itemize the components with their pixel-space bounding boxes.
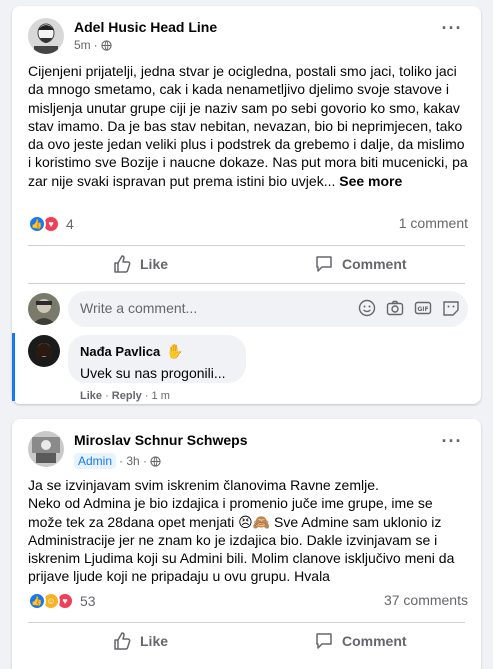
reaction-count: 53 — [80, 593, 96, 609]
author-name[interactable]: Miroslav Schnur Schweps — [74, 432, 248, 448]
comment-actions: Like · Reply · 1 m — [80, 390, 170, 402]
post-header: Adel Husic Head Line 5m · ··· — [28, 18, 468, 58]
comment-input[interactable]: Write a comment... GIF — [68, 291, 468, 327]
author-name[interactable]: Adel Husic Head Line — [74, 19, 217, 35]
post-body: Ja se izvinjavam svim iskrenim članovima… — [28, 477, 455, 585]
post-stats: 👍 ♥ 4 1 comment — [28, 215, 468, 235]
like-reaction-icon: 👍 — [28, 592, 46, 610]
more-icon[interactable]: ··· — [438, 432, 466, 457]
comment-tools: GIF — [358, 299, 460, 317]
gif-icon[interactable]: GIF — [414, 299, 432, 317]
post-time[interactable]: 5m — [74, 38, 91, 52]
comment-button[interactable]: Comment — [314, 625, 407, 657]
comment-bubble: Nađa Pavlica ✋ Uvek su nas progonili... — [68, 335, 246, 383]
like-reaction-icon: 👍 — [28, 215, 46, 233]
comment-text: Uvek su nas progonili... — [80, 365, 226, 381]
camera-icon[interactable] — [386, 299, 404, 317]
like-button[interactable]: Like — [112, 248, 168, 280]
post-header: Miroslav Schnur Schweps Admin · 3h · ··· — [28, 431, 468, 471]
comment-like-link[interactable]: Like — [80, 390, 102, 402]
post-stats: 👍 ☺ ♥ 53 37 comments — [28, 592, 468, 612]
post-meta: Admin · 3h · — [74, 453, 161, 469]
more-icon[interactable]: ··· — [438, 19, 466, 44]
comment-highlight-bar — [12, 333, 15, 401]
author-avatar[interactable] — [28, 431, 64, 467]
divider — [28, 622, 465, 623]
post-time[interactable]: · 3h · — [119, 454, 147, 468]
comment-button[interactable]: Comment — [314, 248, 407, 280]
globe-icon — [101, 39, 112, 51]
commenter-name-row: Nađa Pavlica ✋ — [80, 343, 234, 360]
comment-time: · 1 m — [141, 390, 170, 402]
post-card-1: Adel Husic Head Line 5m · ··· Cijenjeni … — [12, 6, 481, 404]
commenter-name[interactable]: Nađa Pavlica — [80, 344, 160, 359]
like-icon — [114, 255, 131, 273]
write-comment-row: Write a comment... GIF — [28, 291, 468, 327]
svg-text:GIF: GIF — [417, 306, 428, 313]
comment-placeholder: Write a comment... — [80, 300, 198, 316]
admin-badge: Admin — [74, 453, 117, 469]
divider — [28, 283, 465, 284]
wave-icon: ✋ — [166, 343, 184, 359]
comment-icon — [316, 256, 332, 272]
current-user-avatar[interactable] — [28, 293, 60, 325]
sticker-icon[interactable] — [442, 299, 460, 317]
author-avatar[interactable] — [28, 18, 64, 54]
reactions-summary[interactable]: 👍 ☺ ♥ 53 — [28, 592, 96, 610]
globe-icon — [150, 455, 161, 467]
divider — [28, 245, 465, 246]
comments-count[interactable]: 37 comments — [384, 592, 468, 608]
comments-count[interactable]: 1 comment — [399, 215, 468, 231]
reactions-summary[interactable]: 👍 ♥ 4 — [28, 215, 74, 233]
commenter-avatar[interactable] — [28, 335, 60, 367]
post-meta: 5m · — [74, 38, 112, 52]
post-card-2: Miroslav Schnur Schweps Admin · 3h · ···… — [12, 419, 481, 669]
see-more-link[interactable]: See more — [339, 173, 402, 189]
emoji-icon[interactable] — [358, 299, 376, 317]
comment-icon — [316, 633, 332, 649]
like-icon — [114, 632, 131, 650]
like-button[interactable]: Like — [112, 625, 168, 657]
post-body: Cijenjeni prijatelji, jedna stvar je oci… — [28, 63, 468, 189]
reaction-count: 4 — [66, 216, 74, 232]
comment-reply-link[interactable]: Reply — [112, 390, 142, 402]
